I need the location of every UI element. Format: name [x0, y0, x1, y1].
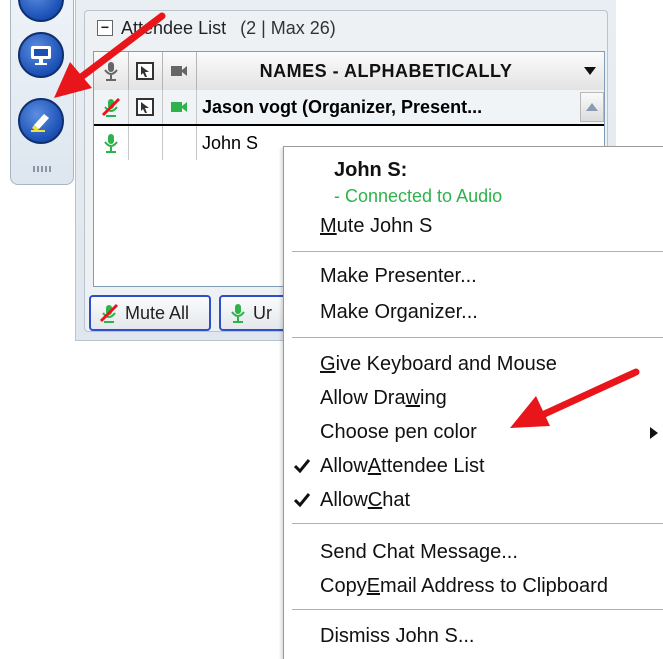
sort-dropdown[interactable] [576, 52, 604, 90]
annotate-button[interactable] [18, 98, 64, 144]
audio-cell[interactable] [94, 126, 129, 160]
label-part: mail Address to Clipboard [380, 574, 608, 597]
context-menu: John S: - Connected to Audio Mute John S… [283, 146, 663, 659]
menu-item-dismiss[interactable]: Dismiss John S... [320, 621, 474, 651]
menu-item-make-organizer[interactable]: Make Organizer... [320, 297, 478, 327]
submenu-arrow-icon [650, 427, 658, 439]
menu-item-give-keyboard-mouse[interactable]: Give Keyboard and Mouse [320, 349, 557, 379]
menu-item-mute[interactable]: Mute John S [320, 211, 432, 241]
menu-item-allow-drawing[interactable]: Allow Dra w ing [320, 383, 447, 413]
presentation-button[interactable] [18, 32, 64, 78]
menu-item-copy-email[interactable]: Copy Email Address to Clipboard [320, 571, 608, 601]
checkmark-icon [294, 459, 310, 473]
microphone-muted-icon [99, 303, 119, 323]
menu-separator [292, 609, 663, 610]
menu-item-make-presenter[interactable]: Make Presenter... [320, 261, 477, 291]
grid-header: NAMES - ALPHABETICALLY [94, 52, 604, 91]
label-part: Allow [320, 454, 368, 477]
menu-item-choose-pen-color[interactable]: Choose pen color [320, 417, 663, 447]
video-cell[interactable] [162, 90, 197, 124]
label-part: E [366, 574, 381, 597]
header-video-col[interactable] [162, 52, 197, 90]
screen-share-icon [136, 62, 154, 80]
label-part: ing [420, 386, 447, 409]
menu-separator [292, 251, 663, 252]
menu-separator [292, 523, 663, 524]
audio-cell[interactable] [94, 90, 129, 124]
menu-item-allow-chat[interactable]: Allow Chat [320, 485, 410, 515]
presentation-icon [31, 46, 51, 65]
label-part: Choose pen color [320, 420, 477, 443]
header-names-col[interactable]: NAMES - ALPHABETICALLY [196, 52, 576, 90]
chevron-down-icon [584, 67, 596, 75]
audio-status: - Connected to Audio [334, 185, 503, 206]
label-part: M [320, 214, 337, 237]
checkmark-icon [294, 493, 310, 507]
toolbar-grip[interactable] [33, 166, 53, 172]
video-camera-icon [171, 66, 187, 76]
share-cell[interactable] [128, 90, 163, 124]
microphone-icon [104, 62, 118, 81]
menu-item-send-chat[interactable]: Send Chat Message... [320, 537, 518, 567]
label-part: ive Keyboard and Mouse [335, 352, 557, 375]
header-share-col[interactable] [128, 52, 163, 90]
unmute-all-label: Ur [253, 302, 272, 323]
mute-all-label: Mute All [125, 302, 190, 323]
attendee-name[interactable]: Jason vogt (Organizer, Present... [196, 90, 572, 124]
menu-separator [292, 337, 663, 338]
microphone-muted-icon [101, 97, 121, 117]
label-part: Copy [320, 574, 367, 597]
attendee-count: (2 | Max 26) [240, 17, 336, 38]
scroll-up-button[interactable] [580, 92, 604, 122]
collapse-button[interactable]: − [97, 20, 113, 36]
attendee-panel-header: − Attendee List (2 | Max 26) [85, 11, 607, 45]
label-part: ttendee List [381, 454, 485, 477]
label-part: C [367, 488, 383, 511]
microphone-icon [104, 134, 118, 153]
microphone-icon [231, 304, 245, 323]
label-part: Allow [320, 488, 368, 511]
highlighter-icon [31, 114, 49, 132]
share-cell[interactable] [128, 126, 163, 160]
label-part: A [367, 454, 382, 477]
header-audio-col[interactable] [94, 52, 129, 90]
label-part: w [405, 386, 421, 409]
menu-item-allow-attendee-list[interactable]: Allow Attendee List [320, 451, 485, 481]
label-part: Allow Dra [320, 386, 406, 409]
label-part: G [320, 352, 336, 375]
screen-share-icon [136, 98, 154, 116]
label-part: ute John S [336, 214, 433, 237]
video-camera-icon [171, 102, 187, 112]
left-toolbar [10, 0, 74, 185]
attendee-list-title: Attendee List [121, 17, 227, 38]
table-row[interactable]: Jason vogt (Organizer, Present... [94, 90, 604, 126]
header-names-label: NAMES - ALPHABETICALLY [259, 60, 513, 81]
label-part: hat [382, 488, 411, 511]
chevron-up-icon [586, 103, 598, 111]
mute-all-button[interactable]: Mute All [89, 295, 211, 331]
video-cell[interactable] [162, 126, 197, 160]
toolbar-button-top[interactable] [18, 0, 64, 22]
